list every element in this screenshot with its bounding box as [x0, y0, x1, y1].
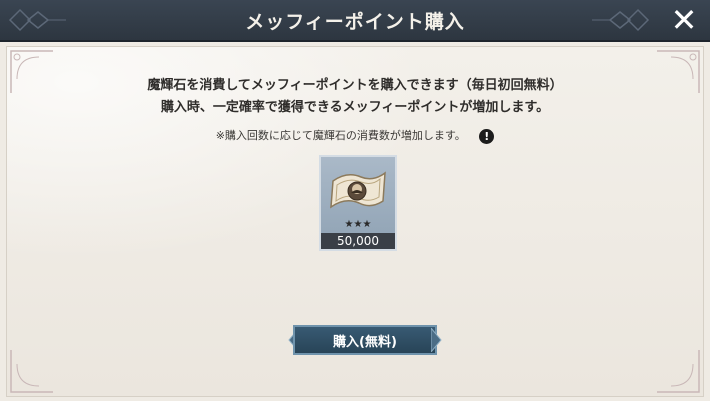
corner-ornament-icon — [10, 350, 53, 393]
banknote-icon — [330, 171, 386, 209]
header-ornament-right-icon — [592, 8, 650, 32]
reward-item-card[interactable]: ★★★ 50,000 — [319, 155, 397, 251]
corner-ornament-icon — [657, 350, 700, 393]
panel-frame: 魔輝石を消費してメッフィーポイントを購入できます（毎日初回無料） 購入時、一定確… — [6, 46, 704, 397]
cost-note: ※購入回数に応じて魔輝石の消費数が増加します。 ! — [7, 127, 703, 144]
description-line-1: 魔輝石を消費してメッフィーポイントを購入できます（毎日初回無料） — [147, 78, 563, 93]
close-button[interactable]: ✕ — [666, 2, 702, 38]
purchase-panel: 魔輝石を消費してメッフィーポイントを購入できます（毎日初回無料） 購入時、一定確… — [0, 42, 710, 401]
purchase-button-label[interactable]: 購入(無料) — [285, 331, 445, 350]
rarity-stars: ★★★ — [344, 219, 372, 230]
item-quantity: 50,000 — [321, 233, 395, 249]
exclamation-icon[interactable]: ! — [479, 128, 495, 144]
description-line-2: 購入時、一定確率で獲得できるメッフィーポイントが増加します。 — [160, 100, 550, 115]
purchase-button[interactable]: 購入(無料) — [285, 323, 445, 357]
cost-note-text: ※購入回数に応じて魔輝石の消費数が増加します。 — [215, 129, 466, 142]
close-icon[interactable]: ✕ — [671, 1, 698, 39]
title-bar: メッフィーポイント購入 ✕ — [0, 0, 710, 42]
description-text: 魔輝石を消費してメッフィーポイントを購入できます（毎日初回無料） 購入時、一定確… — [7, 75, 703, 119]
